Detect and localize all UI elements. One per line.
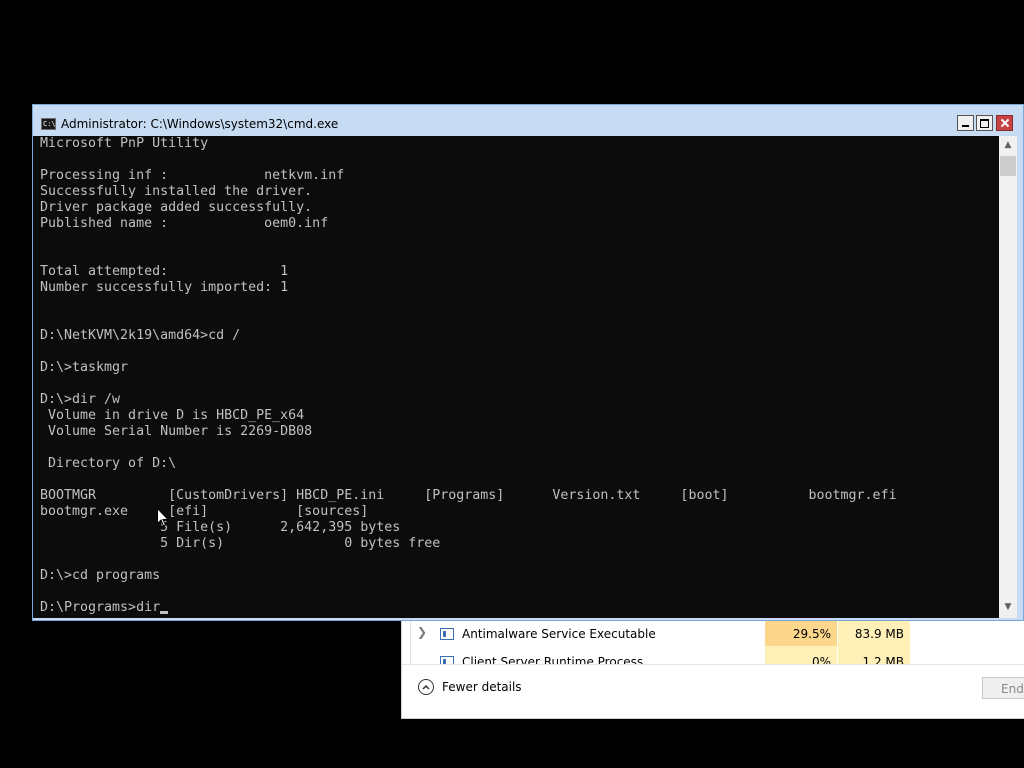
text-cursor bbox=[160, 611, 168, 614]
cpu-value: 29.5% bbox=[765, 618, 837, 646]
scroll-down-arrow-icon[interactable]: ▼ bbox=[999, 598, 1017, 616]
maximize-button[interactable] bbox=[976, 115, 993, 131]
cmd-window: C:\ Administrator: C:\Windows\system32\c… bbox=[32, 104, 1024, 621]
memory-value: 83.9 MB bbox=[838, 618, 910, 646]
expand-chevron-icon[interactable]: ❯ bbox=[417, 625, 427, 639]
service-app-icon bbox=[440, 656, 454, 664]
scroll-up-arrow-icon[interactable]: ▲ bbox=[999, 136, 1017, 154]
memory-value: 1.2 MB bbox=[838, 646, 910, 664]
console-output[interactable]: Microsoft PnP Utility Processing inf : n… bbox=[33, 136, 999, 618]
process-name: Antimalware Service Executable bbox=[462, 627, 656, 641]
process-row[interactable]: Client Server Runtime Process 0% 1.2 MB bbox=[411, 646, 1024, 664]
process-row[interactable]: ❯ Antimalware Service Executable 29.5% 8… bbox=[411, 618, 1024, 646]
end-task-button[interactable]: End bbox=[982, 677, 1024, 699]
task-manager-footer: Fewer details End bbox=[402, 664, 1024, 718]
vertical-scrollbar[interactable]: ▲ ▼ bbox=[999, 136, 1017, 618]
mouse-pointer-icon bbox=[157, 508, 169, 527]
console-text: Microsoft PnP Utility Processing inf : n… bbox=[40, 136, 897, 615]
close-button[interactable] bbox=[996, 115, 1013, 131]
process-list: ❯ Antimalware Service Executable 29.5% 8… bbox=[410, 614, 1024, 664]
process-name: Client Server Runtime Process bbox=[462, 655, 644, 664]
window-title: Administrator: C:\Windows\system32\cmd.e… bbox=[61, 117, 339, 131]
fewer-details-label: Fewer details bbox=[442, 680, 522, 694]
minimize-button[interactable] bbox=[957, 115, 974, 131]
cpu-value: 0% bbox=[765, 646, 837, 664]
chevron-up-icon bbox=[418, 679, 434, 695]
service-app-icon bbox=[440, 628, 454, 640]
cmd-app-icon: C:\ bbox=[41, 118, 56, 130]
title-bar[interactable]: C:\ Administrator: C:\Windows\system32\c… bbox=[33, 105, 1023, 136]
task-manager-window: ❯ Antimalware Service Executable 29.5% 8… bbox=[401, 614, 1024, 719]
scroll-thumb[interactable] bbox=[1000, 156, 1016, 176]
fewer-details-button[interactable]: Fewer details bbox=[418, 677, 522, 697]
